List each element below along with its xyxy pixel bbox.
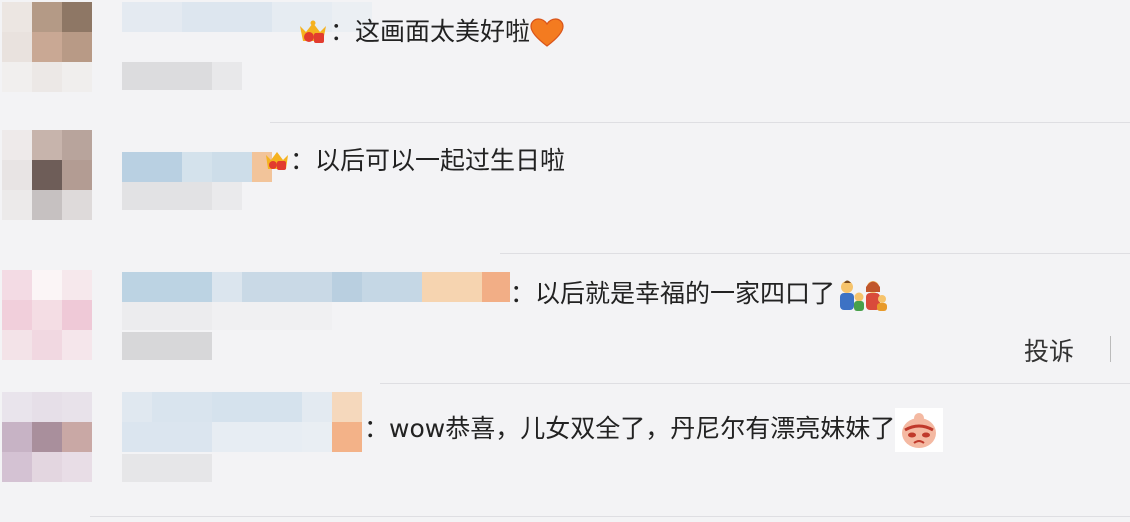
avatar[interactable] (2, 2, 92, 92)
sticker-emoji (895, 408, 944, 452)
username[interactable] (122, 152, 272, 182)
avatar[interactable] (2, 392, 92, 482)
username[interactable] (122, 392, 362, 422)
divider (90, 516, 1130, 517)
comment-item: ：以后就是幸福的一家四口了 投诉 (0, 260, 1130, 390)
report-button[interactable]: 投诉 (1024, 332, 1074, 368)
user-badge (122, 332, 212, 360)
separator (1110, 336, 1111, 362)
heart-emoji (530, 18, 564, 47)
avatar[interactable] (2, 130, 92, 220)
comment-item: ：wow恭喜，儿女双全了，丹尼尔有漂亮妹妹了 (0, 390, 1130, 520)
crown-badge-icon (266, 152, 288, 170)
comment-text: ：wow恭喜，儿女双全了，丹尼尔有漂亮妹妹了 (364, 408, 944, 452)
family-emoji (840, 280, 888, 311)
user-badge (122, 454, 212, 482)
comment-item: ：以后可以一起过生日啦 (0, 130, 1130, 260)
user-badge (122, 182, 242, 210)
crown-badge-icon (300, 20, 326, 43)
avatar[interactable] (2, 270, 92, 360)
comment-text: ：以后可以一起过生日啦 (264, 146, 565, 177)
divider (500, 253, 1130, 254)
username[interactable] (122, 272, 510, 302)
user-badge (122, 302, 332, 330)
divider (380, 383, 1130, 384)
divider (270, 122, 1130, 123)
comment-text: ：以后就是幸福的一家四口了 (510, 278, 889, 312)
comment-item: ：这画面太美好啦 (0, 0, 1130, 130)
user-badge (122, 62, 242, 90)
username[interactable] (122, 422, 362, 452)
comment-text: ：这画面太美好啦 (296, 17, 564, 49)
